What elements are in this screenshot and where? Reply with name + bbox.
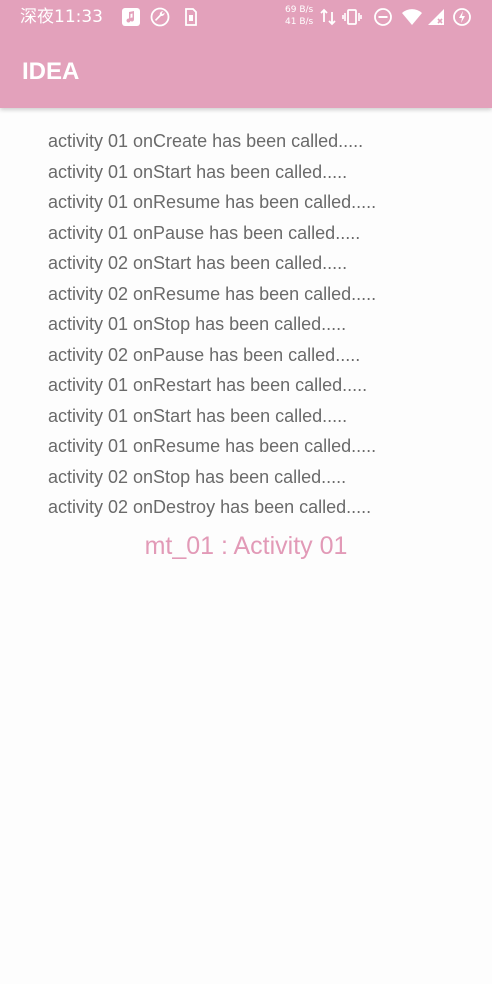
battery-saver-icon <box>452 7 472 27</box>
log-line: activity 01 onResume has been called....… <box>48 192 377 212</box>
sim-card-icon <box>181 7 201 27</box>
log-line: activity 01 onCreate has been called....… <box>48 131 364 151</box>
net-download-speed: 41 B/s <box>285 17 314 27</box>
log-line: activity 01 onStart has been called..... <box>48 405 348 426</box>
status-time: 深夜11:33 <box>20 7 103 27</box>
network-speed: 69 B/s 41 B/s <box>285 4 313 28</box>
log-line: activity 02 onDestroy has been called...… <box>48 497 372 517</box>
do-not-disturb-icon <box>373 7 393 27</box>
activity-label: mt_01 : Activity 01 <box>144 532 348 560</box>
music-note-icon <box>121 7 141 27</box>
wrench-icon <box>150 7 170 27</box>
lifecycle-log: activity 01 onCreate has been called....… <box>48 126 468 523</box>
log-line: activity 02 onPause has been called..... <box>48 344 361 365</box>
log-line: activity 01 onPause has been called..... <box>48 222 361 243</box>
data-transfer-icon <box>318 7 338 27</box>
net-upload-speed: 69 B/s <box>285 5 314 15</box>
cellular-signal-icon <box>426 7 446 27</box>
log-line: activity 01 onResume has been called....… <box>48 436 377 456</box>
log-line: activity 02 onStart has been called..... <box>48 253 348 273</box>
status-bar: 深夜11:33 69 B/s 41 B/s <box>0 0 492 34</box>
log-line: activity 02 onStop has been called..... <box>48 466 347 487</box>
log-line: activity 01 onRestart has been called...… <box>48 375 368 395</box>
app-header: 深夜11:33 69 B/s 41 B/s IDEA <box>0 0 492 108</box>
vibrate-icon <box>342 7 362 27</box>
app-title: IDEA <box>22 58 80 85</box>
log-line: activity 01 onStart has been called..... <box>48 161 348 182</box>
wifi-icon <box>401 7 422 27</box>
log-line: activity 02 onResume has been called....… <box>48 283 377 304</box>
log-line: activity 01 onStop has been called..... <box>48 314 347 334</box>
